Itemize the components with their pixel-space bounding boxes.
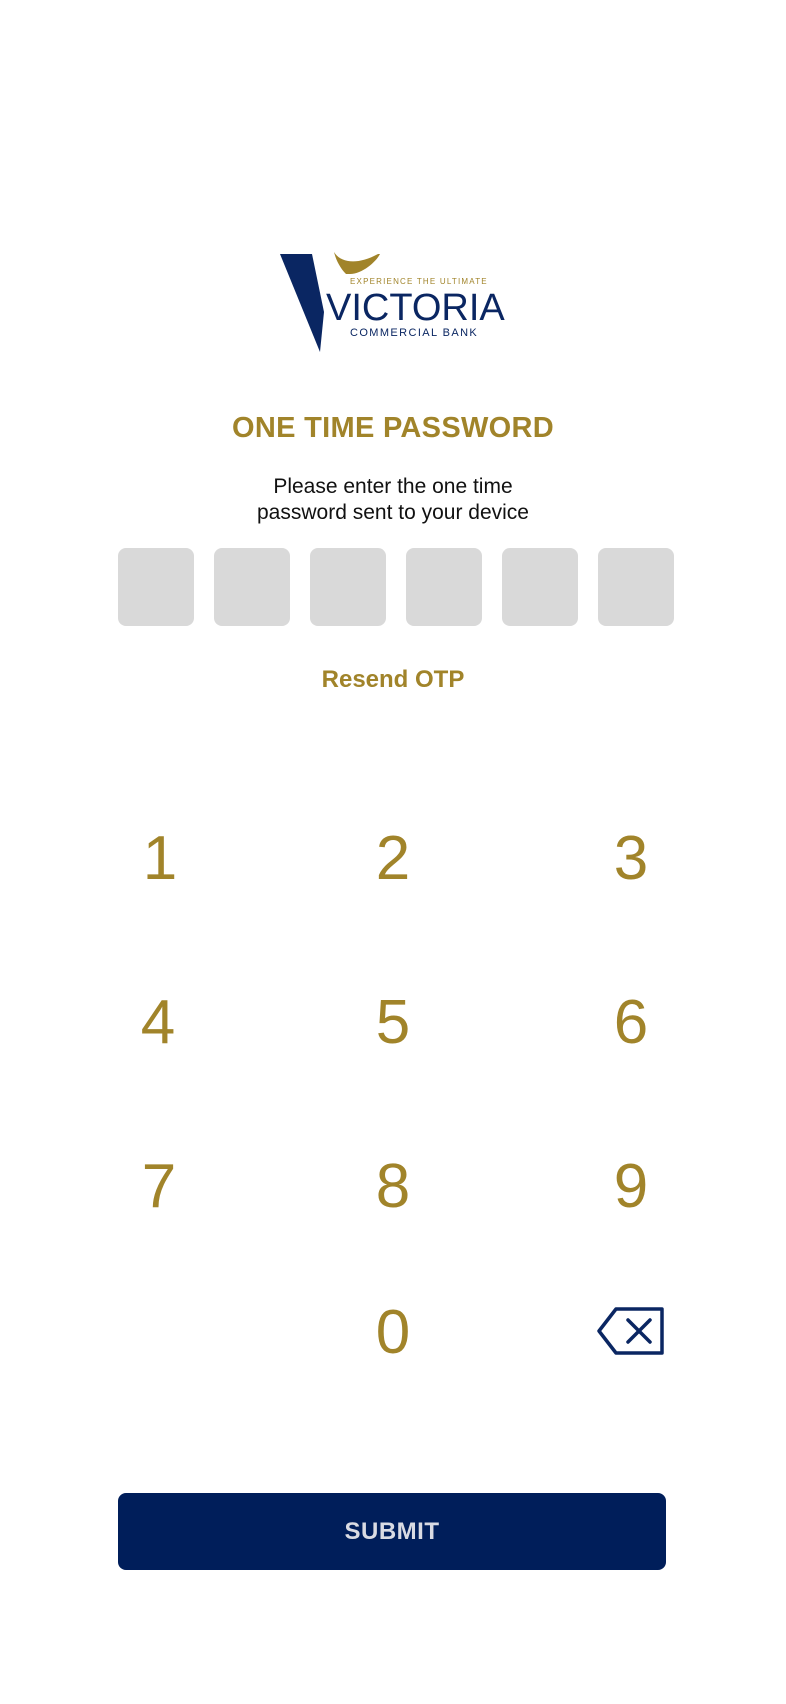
logo-subname: COMMERCIAL BANK <box>350 327 478 339</box>
otp-digit-2[interactable] <box>214 548 290 626</box>
backspace-icon <box>597 1307 664 1355</box>
logo-tagline: EXPERIENCE THE ULTIMATE <box>350 277 488 286</box>
otp-digit-3[interactable] <box>310 548 386 626</box>
otp-digit-4[interactable] <box>406 548 482 626</box>
keypad-key-1[interactable]: 1 <box>100 808 220 908</box>
otp-input-row <box>118 548 674 626</box>
victoria-bank-logo: EXPERIENCE THE ULTIMATE VICTORIA COMMERC… <box>280 252 508 352</box>
otp-digit-5[interactable] <box>502 548 578 626</box>
keypad-key-5[interactable]: 5 <box>333 972 453 1072</box>
otp-instructions: Please enter the one time password sent … <box>0 474 786 526</box>
page-title: ONE TIME PASSWORD <box>232 412 554 444</box>
keypad-key-2[interactable]: 2 <box>333 808 453 908</box>
keypad-key-9[interactable]: 9 <box>571 1136 691 1236</box>
keypad-key-4[interactable]: 4 <box>98 972 218 1072</box>
submit-button[interactable]: SUBMIT <box>118 1493 666 1570</box>
keypad-key-8[interactable]: 8 <box>333 1136 453 1236</box>
keypad-key-6[interactable]: 6 <box>571 972 691 1072</box>
keypad-key-3[interactable]: 3 <box>571 808 691 908</box>
otp-instructions-line2: password sent to your device <box>257 501 529 524</box>
backspace-button[interactable] <box>596 1306 666 1356</box>
logo-name: VICTORIA <box>326 287 505 329</box>
keypad-key-0[interactable]: 0 <box>333 1282 453 1382</box>
resend-otp-link[interactable]: Resend OTP <box>0 666 786 694</box>
keypad-key-7[interactable]: 7 <box>99 1136 219 1236</box>
otp-digit-6[interactable] <box>598 548 674 626</box>
otp-digit-1[interactable] <box>118 548 194 626</box>
otp-instructions-line1: Please enter the one time <box>273 475 513 498</box>
